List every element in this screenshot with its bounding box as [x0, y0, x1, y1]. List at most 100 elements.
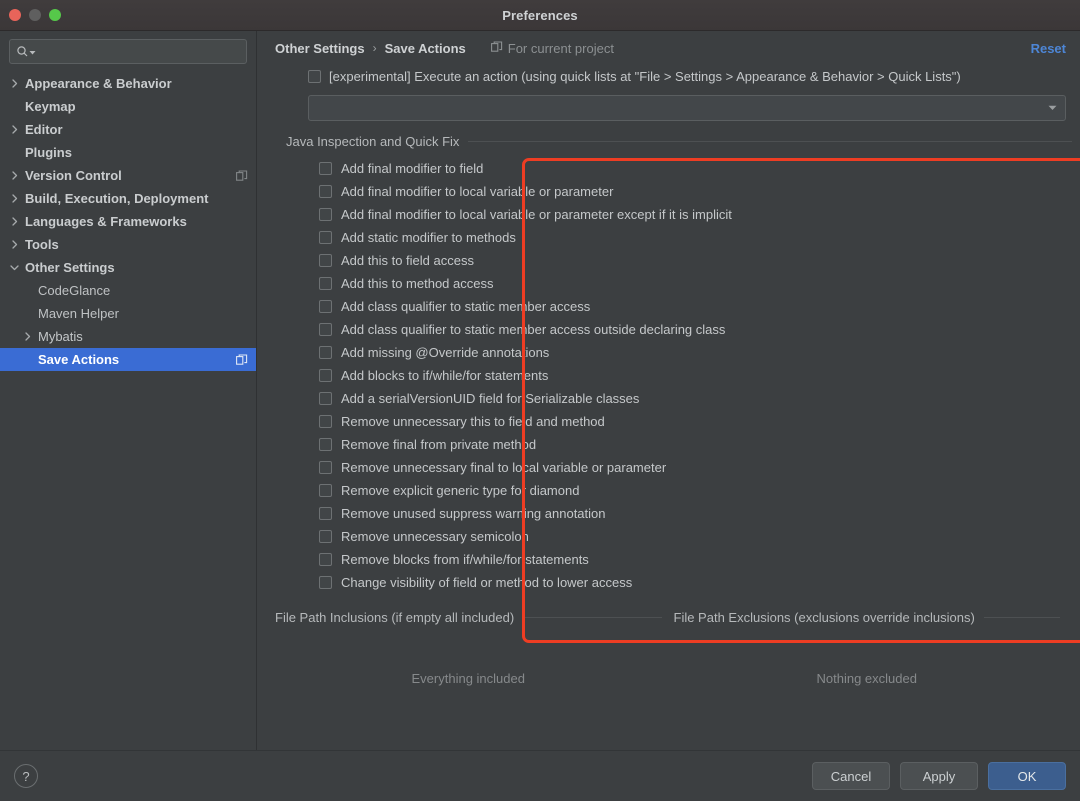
path-panel-empty-state[interactable]: Nothing excluded: [674, 625, 1061, 750]
sidebar-item-mybatis[interactable]: Mybatis: [0, 325, 256, 348]
inspection-option-row[interactable]: Add final modifier to local variable or …: [319, 180, 1072, 203]
inspection-option-checkbox[interactable]: [319, 277, 332, 290]
sidebar-item-editor[interactable]: Editor: [0, 118, 256, 141]
path-panel-empty-text: Nothing excluded: [817, 671, 917, 686]
for-current-project-text: For current project: [508, 41, 614, 56]
inspection-option-checkbox[interactable]: [319, 162, 332, 175]
sidebar-item-label: Other Settings: [25, 260, 248, 275]
inspection-option-checkbox[interactable]: [319, 346, 332, 359]
inspection-option-row[interactable]: Add final modifier to field: [319, 157, 1072, 180]
chevron-down-icon[interactable]: [10, 263, 25, 272]
sidebar-item-maven-helper[interactable]: Maven Helper: [0, 302, 256, 325]
java-inspection-group-title: Java Inspection and Quick Fix: [286, 134, 459, 149]
experimental-action-checkbox[interactable]: [308, 70, 321, 83]
title-bar: Preferences: [0, 0, 1080, 31]
sidebar-item-label: Build, Execution, Deployment: [25, 191, 248, 206]
sidebar-item-codeglance[interactable]: CodeGlance: [0, 279, 256, 302]
chevron-right-icon[interactable]: [10, 194, 25, 203]
inspection-option-row[interactable]: Remove final from private method: [319, 433, 1072, 456]
inspection-option-checkbox[interactable]: [319, 553, 332, 566]
group-separator-line: [523, 617, 661, 618]
inspection-option-row[interactable]: Add class qualifier to static member acc…: [319, 318, 1072, 341]
sidebar-item-plugins[interactable]: Plugins: [0, 141, 256, 164]
inspection-option-row[interactable]: Add final modifier to local variable or …: [319, 203, 1072, 226]
group-separator-line: [468, 141, 1072, 142]
chevron-right-icon[interactable]: [23, 332, 38, 341]
inspection-option-row[interactable]: Add blocks to if/while/for statements: [319, 364, 1072, 387]
minimize-window-button[interactable]: [29, 9, 41, 21]
sidebar-item-save-actions[interactable]: Save Actions: [0, 348, 256, 371]
sidebar-item-label: Save Actions: [38, 352, 230, 367]
dialog-footer: ? Cancel Apply OK: [0, 750, 1080, 801]
breadcrumb-separator: ›: [373, 41, 377, 55]
help-button[interactable]: ?: [14, 764, 38, 788]
breadcrumb-parent[interactable]: Other Settings: [275, 41, 365, 56]
java-inspection-group: Java Inspection and Quick Fix Add final …: [275, 134, 1072, 594]
sidebar-item-other-settings[interactable]: Other Settings: [0, 256, 256, 279]
inspection-option-row[interactable]: Remove unnecessary final to local variab…: [319, 456, 1072, 479]
zoom-window-button[interactable]: [49, 9, 61, 21]
window-body: Appearance & BehaviorKeymapEditorPlugins…: [0, 31, 1080, 750]
chevron-down-icon: [1048, 99, 1057, 117]
chevron-right-icon[interactable]: [10, 125, 25, 134]
window-title: Preferences: [502, 8, 578, 23]
experimental-action-row: [experimental] Execute an action (using …: [275, 65, 1072, 87]
inspection-option-checkbox[interactable]: [319, 323, 332, 336]
inspection-option-row[interactable]: Remove blocks from if/while/for statemen…: [319, 548, 1072, 571]
inspection-option-checkbox[interactable]: [319, 392, 332, 405]
sidebar-item-keymap[interactable]: Keymap: [0, 95, 256, 118]
inspection-option-checkbox[interactable]: [319, 208, 332, 221]
close-window-button[interactable]: [9, 9, 21, 21]
inspection-option-row[interactable]: Add static modifier to methods: [319, 226, 1072, 249]
chevron-right-icon[interactable]: [10, 217, 25, 226]
inspection-option-checkbox[interactable]: [319, 576, 332, 589]
inspection-option-checkbox[interactable]: [319, 231, 332, 244]
inspection-option-checkbox[interactable]: [319, 438, 332, 451]
chevron-right-icon[interactable]: [10, 79, 25, 88]
inspection-option-row[interactable]: Remove explicit generic type for diamond: [319, 479, 1072, 502]
inspection-option-checkbox[interactable]: [319, 369, 332, 382]
path-panel-empty-state[interactable]: Everything included: [275, 625, 662, 750]
sidebar-item-build-execution-deployment[interactable]: Build, Execution, Deployment: [0, 187, 256, 210]
sidebar-item-label: Version Control: [25, 168, 230, 183]
inspection-option-label: Remove blocks from if/while/for statemen…: [341, 552, 589, 567]
inspection-option-checkbox[interactable]: [319, 415, 332, 428]
path-panel-empty-text: Everything included: [412, 671, 525, 686]
sidebar-item-appearance-behavior[interactable]: Appearance & Behavior: [0, 72, 256, 95]
inspection-option-checkbox[interactable]: [319, 185, 332, 198]
inspection-option-checkbox[interactable]: [319, 254, 332, 267]
inspection-option-checkbox[interactable]: [319, 461, 332, 474]
apply-button[interactable]: Apply: [900, 762, 978, 790]
inspection-option-row[interactable]: Change visibility of field or method to …: [319, 571, 1072, 594]
quick-list-select[interactable]: [308, 95, 1066, 121]
inspection-option-label: Add this to field access: [341, 253, 474, 268]
inspection-option-row[interactable]: Add a serialVersionUID field for Seriali…: [319, 387, 1072, 410]
sidebar-item-version-control[interactable]: Version Control: [0, 164, 256, 187]
cancel-button[interactable]: Cancel: [812, 762, 890, 790]
inspection-option-row[interactable]: Add this to field access: [319, 249, 1072, 272]
inspection-option-checkbox[interactable]: [319, 300, 332, 313]
inspection-option-row[interactable]: Add missing @Override annotations: [319, 341, 1072, 364]
sidebar-item-tools[interactable]: Tools: [0, 233, 256, 256]
chevron-right-icon[interactable]: [10, 171, 25, 180]
reset-link[interactable]: Reset: [1031, 41, 1072, 56]
sidebar-item-label: Mybatis: [38, 329, 248, 344]
sidebar-item-languages-frameworks[interactable]: Languages & Frameworks: [0, 210, 256, 233]
search-scope-chevron-icon[interactable]: [29, 43, 36, 61]
inspection-option-label: Add a serialVersionUID field for Seriali…: [341, 391, 639, 406]
inspection-option-checkbox[interactable]: [319, 530, 332, 543]
dialog-actions: Cancel Apply OK: [812, 762, 1066, 790]
inspection-option-label: Remove unnecessary semicolon: [341, 529, 529, 544]
search-input[interactable]: [9, 39, 247, 64]
sidebar-item-label: Tools: [25, 237, 248, 252]
inspection-option-row[interactable]: Remove unused suppress warning annotatio…: [319, 502, 1072, 525]
inspection-option-row[interactable]: Add this to method access: [319, 272, 1072, 295]
inspection-option-row[interactable]: Add class qualifier to static member acc…: [319, 295, 1072, 318]
inspection-option-checkbox[interactable]: [319, 507, 332, 520]
inspection-option-label: Add final modifier to field: [341, 161, 483, 176]
inspection-option-row[interactable]: Remove unnecessary semicolon: [319, 525, 1072, 548]
inspection-option-row[interactable]: Remove unnecessary this to field and met…: [319, 410, 1072, 433]
chevron-right-icon[interactable]: [10, 240, 25, 249]
inspection-option-checkbox[interactable]: [319, 484, 332, 497]
ok-button[interactable]: OK: [988, 762, 1066, 790]
